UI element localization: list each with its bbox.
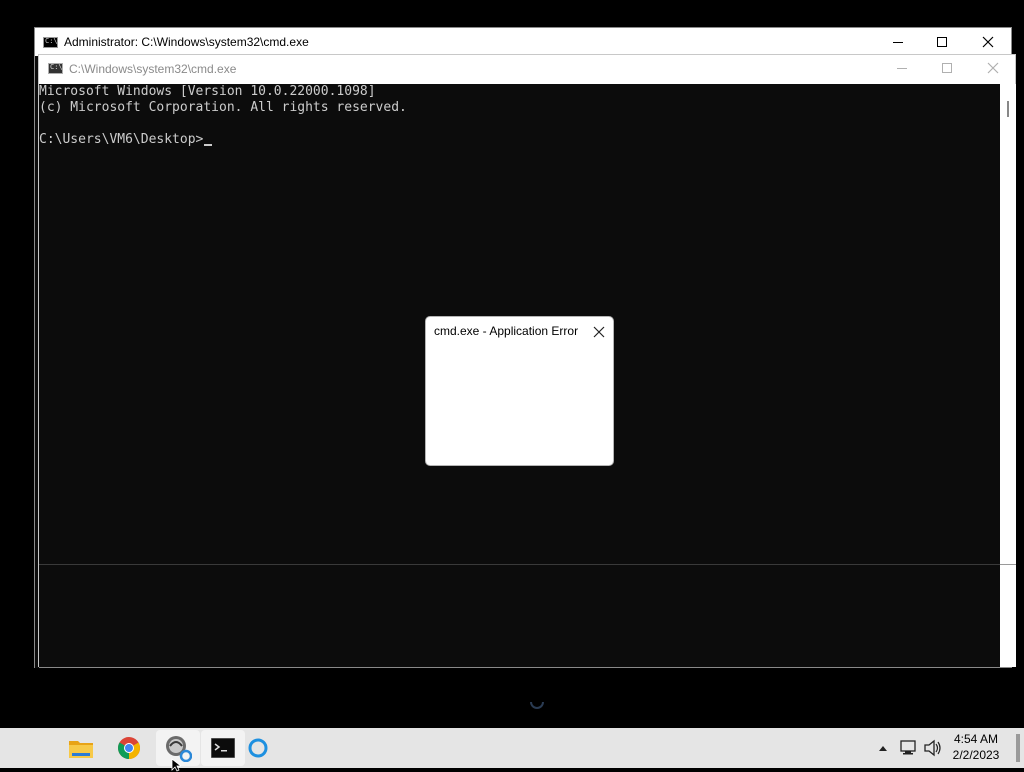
console-lower-divider xyxy=(39,564,1000,565)
mouse-pointer-icon xyxy=(171,758,181,772)
outer-window-title: Administrator: C:\Windows\system32\cmd.e… xyxy=(64,35,309,49)
inner-window-title: C:\Windows\system32\cmd.exe xyxy=(69,62,237,76)
outer-titlebar[interactable]: Administrator: C:\Windows\system32\cmd.e… xyxy=(35,28,1011,56)
cmd-icon xyxy=(43,37,58,48)
speaker-icon xyxy=(924,739,941,757)
clock-time: 4:54 AM xyxy=(953,732,999,746)
dialog-close-button[interactable] xyxy=(590,323,608,341)
loading-icon xyxy=(248,738,268,758)
clock[interactable]: 4:54 AM 2/2/2023 xyxy=(944,731,1008,765)
inner-maximize-button[interactable] xyxy=(924,55,970,81)
application-error-dialog: cmd.exe - Application Error xyxy=(425,316,614,466)
console-line: (c) Microsoft Corporation. All rights re… xyxy=(39,100,407,115)
scrollbar-lower-line xyxy=(1000,564,1016,565)
taskbar: 4:54 AM 2/2/2023 xyxy=(0,728,1024,772)
show-hidden-icons-button[interactable] xyxy=(876,741,890,755)
terminal-icon xyxy=(211,738,235,758)
console-prompt-line[interactable]: C:\Users\VM6\Desktop> xyxy=(39,132,1000,148)
inner-close-button[interactable] xyxy=(970,55,1016,81)
taskbar-file-explorer[interactable] xyxy=(59,730,103,766)
minimize-icon xyxy=(893,42,903,43)
taskbar-loading[interactable] xyxy=(236,730,280,766)
outer-maximize-button[interactable] xyxy=(919,28,965,56)
console-scrollbar[interactable] xyxy=(1000,84,1016,667)
console-line: Microsoft Windows [Version 10.0.22000.10… xyxy=(39,84,376,99)
taskbar-app[interactable] xyxy=(156,730,200,772)
chrome-icon xyxy=(118,737,140,759)
clock-date: 2/2/2023 xyxy=(952,748,1000,762)
text-cursor xyxy=(204,144,213,146)
dialog-title: cmd.exe - Application Error xyxy=(434,324,579,338)
show-desktop-button[interactable] xyxy=(1016,734,1020,762)
inner-titlebar[interactable]: C:\Windows\system32\cmd.exe xyxy=(39,55,1015,84)
close-icon xyxy=(593,326,605,338)
network-icon xyxy=(900,740,916,755)
console-prompt: C:\Users\VM6\Desktop> xyxy=(39,132,204,147)
close-icon xyxy=(982,36,994,48)
scrollbar-thumb[interactable] xyxy=(1007,101,1009,117)
inner-minimize-button[interactable] xyxy=(879,55,925,81)
taskbar-chrome[interactable] xyxy=(107,730,151,766)
close-icon xyxy=(987,62,999,74)
volume-button[interactable] xyxy=(923,738,943,758)
cmd-icon xyxy=(48,63,63,74)
busy-spinner-icon xyxy=(528,693,546,711)
outer-close-button[interactable] xyxy=(965,28,1011,56)
file-explorer-icon xyxy=(69,741,93,758)
chevron-up-icon xyxy=(879,746,887,751)
network-button[interactable] xyxy=(899,738,919,758)
maximize-icon xyxy=(937,37,947,47)
minimize-icon xyxy=(897,68,907,69)
outer-minimize-button[interactable] xyxy=(875,28,921,56)
maximize-icon xyxy=(942,63,952,73)
